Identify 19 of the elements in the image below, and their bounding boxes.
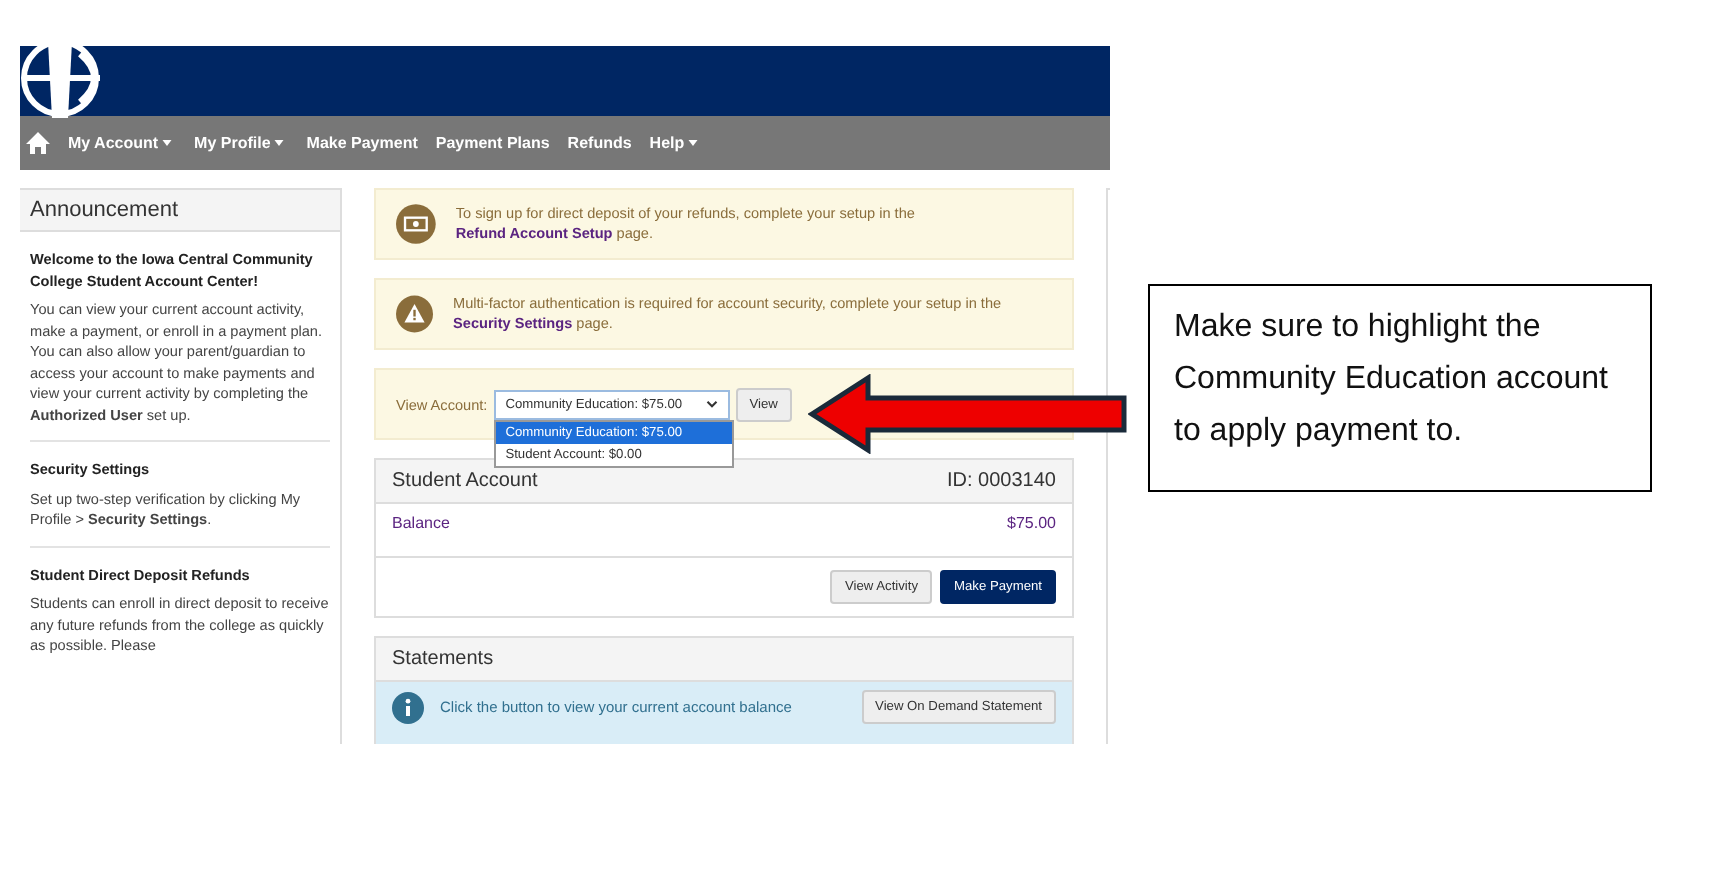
nav-menu-item[interactable]: Refunds (567, 134, 632, 152)
account-id: ID: 0003140 (947, 470, 1056, 492)
card-title: Statements (392, 648, 494, 670)
balance-amount: $75.00 (1007, 514, 1056, 532)
announcement-title: Announcement (20, 190, 340, 232)
nav-menu-item[interactable]: Make Payment (306, 134, 418, 152)
warning-icon (396, 292, 434, 336)
nav-menu-item[interactable]: My Account (68, 134, 159, 152)
callout-box: Make sure to highlight the Community Education account to apply payment to. (1148, 284, 1652, 492)
balance-label: Balance (392, 514, 450, 532)
card-title: Student Account (392, 470, 538, 492)
chevron-down-icon (705, 400, 718, 408)
nav-menu-item[interactable]: Help (649, 134, 685, 152)
home-icon[interactable] (26, 132, 50, 154)
info-icon (392, 691, 424, 723)
nav-menu-item[interactable]: My Profile (194, 134, 271, 152)
arrow-icon (808, 374, 1132, 454)
money-icon (396, 202, 436, 246)
nav-menu-item[interactable]: Payment Plans (435, 134, 550, 152)
